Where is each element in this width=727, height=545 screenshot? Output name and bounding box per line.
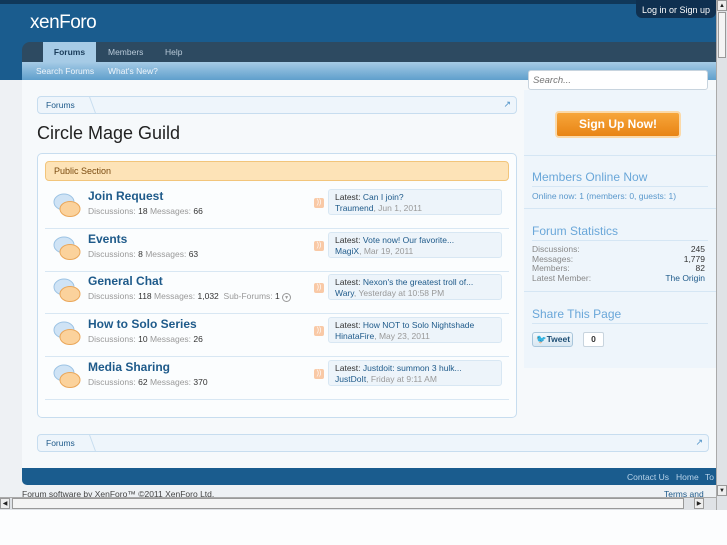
terms-link[interactable]: Terms and Ru: [664, 489, 716, 497]
copyright[interactable]: Forum software by XenForo™ ©2011 XenForo…: [22, 489, 214, 497]
forum-bubble-icon: [53, 321, 81, 346]
stat-row: Latest Member: The Origin: [532, 273, 705, 284]
latest-post: Latest: How NOT to Solo Nightshade Hinata…: [328, 317, 502, 344]
node-stats: Discussions: 118 Messages: 1,032 Sub-For…: [88, 291, 292, 303]
tab-help[interactable]: Help: [165, 42, 182, 62]
forum-bubble-icon: [53, 364, 81, 388]
stat-row: Members: 82: [532, 263, 705, 274]
tweet-button[interactable]: 🐦Tweet: [532, 332, 573, 347]
tweet-count: 0: [583, 332, 604, 347]
forum-statistics-heading: Forum Statistics: [532, 224, 619, 238]
category-header[interactable]: Public Section: [45, 161, 509, 181]
latest-user-link[interactable]: MagiX: [335, 246, 359, 256]
scroll-down-icon[interactable]: ▼: [717, 485, 727, 496]
latest-thread-link[interactable]: Nexon's the greatest troll of...: [363, 277, 473, 287]
hscroll-thumb[interactable]: [12, 498, 684, 509]
node-row: Join Request Discussions: 18 Messages: 6…: [45, 186, 509, 229]
rss-icon[interactable]: )): [314, 283, 324, 294]
latest-post: Latest: Nexon's the greatest troll of...…: [328, 274, 502, 301]
node-title[interactable]: Events: [88, 232, 127, 246]
horizontal-scrollbar[interactable]: ◀ ▶: [0, 497, 716, 510]
latest-user-link[interactable]: JustDoIt: [335, 374, 366, 384]
node-stats: Discussions: 62 Messages: 370: [88, 376, 208, 387]
breadcrumb-forums[interactable]: Forums: [46, 100, 75, 110]
forum-bubble-icon: [53, 236, 81, 260]
twitter-bird-icon: 🐦: [536, 334, 547, 344]
latest-thread-link[interactable]: How NOT to Solo Nightshade: [363, 320, 474, 330]
latest-thread-link[interactable]: Can I join?: [363, 192, 404, 202]
node-title[interactable]: How to Solo Series: [88, 317, 197, 331]
tab-forums[interactable]: Forums: [43, 42, 96, 62]
sign-up-button[interactable]: Sign Up Now!: [555, 111, 681, 138]
search-input[interactable]: [528, 70, 708, 90]
latest-post: Latest: Vote now! Our favorite... MagiX, …: [328, 231, 502, 258]
scroll-right-icon[interactable]: ▶: [694, 498, 704, 509]
page-title: Circle Mage Guild: [37, 123, 181, 143]
top-link[interactable]: To: [705, 472, 714, 482]
logo[interactable]: xenForo: [30, 12, 97, 34]
rss-icon[interactable]: )): [314, 198, 324, 208]
node-title[interactable]: Join Request: [88, 189, 163, 203]
members-online-heading: Members Online Now: [532, 170, 648, 184]
latest-post: Latest: Can I join? Traumend, Jun 1, 2011: [328, 189, 502, 215]
rss-icon[interactable]: )): [314, 326, 324, 337]
scroll-left-icon[interactable]: ◀: [0, 498, 10, 509]
online-now-text[interactable]: Online now: 1 (members: 0, guests: 1): [532, 191, 705, 201]
scroll-thumb[interactable]: [718, 12, 726, 58]
rss-icon[interactable]: )): [314, 368, 324, 379]
node-row: How to Solo Series Discussions: 10 Messa…: [45, 314, 509, 358]
contact-us-link[interactable]: Contact Us: [627, 472, 669, 482]
node-row: General Chat Discussions: 118 Messages: …: [45, 271, 509, 315]
node-stats: Discussions: 18 Messages: 66: [88, 206, 203, 216]
node-row: Events Discussions: 8 Messages: 63 )) La…: [45, 229, 509, 272]
home-link[interactable]: Home: [676, 472, 699, 482]
latest-thread-link[interactable]: Vote now! Our favorite...: [363, 235, 454, 245]
node-stats: Discussions: 10 Messages: 26: [88, 334, 203, 345]
stat-row: Messages: 1,779: [532, 253, 705, 264]
search-forums-link[interactable]: Search Forums: [36, 66, 94, 76]
forum-bubble-icon: [53, 278, 81, 303]
breadcrumb-bottom: Forums ↗: [37, 434, 709, 452]
latest-thread-link[interactable]: Justdoit: summon 3 hulk...: [363, 363, 462, 373]
browser-viewport: xenForo Log in or Sign up Forums Members…: [0, 0, 716, 497]
jump-icon[interactable]: ↗: [503, 99, 511, 110]
login-link[interactable]: Log in or Sign up: [636, 0, 716, 18]
latest-user-link[interactable]: Wary: [335, 288, 354, 298]
chevron-down-icon[interactable]: ▼: [282, 293, 292, 303]
node-row: Media Sharing Discussions: 62 Messages: …: [45, 357, 509, 400]
breadcrumb: Forums ↗: [37, 96, 517, 114]
whats-new-link[interactable]: What's New?: [108, 66, 158, 76]
scroll-up-icon[interactable]: ▲: [717, 0, 727, 11]
node-title[interactable]: Media Sharing: [88, 360, 170, 374]
node-title[interactable]: General Chat: [88, 274, 163, 288]
share-heading: Share This Page: [532, 307, 622, 321]
breadcrumb-forums[interactable]: Forums: [46, 438, 75, 448]
latest-post: Latest: Justdoit: summon 3 hulk... JustDo…: [328, 359, 502, 386]
vertical-scrollbar[interactable]: ▲ ▼: [716, 0, 727, 510]
jump-icon[interactable]: ↗: [695, 437, 703, 448]
latest-user-link[interactable]: Traumend: [335, 203, 373, 213]
nav-bar: Forums Members Help: [22, 42, 716, 62]
forum-bubble-icon: [53, 193, 81, 217]
stat-row: Discussions: 245: [532, 244, 705, 254]
latest-user-link[interactable]: HinataFire: [335, 331, 374, 341]
node-stats: Discussions: 8 Messages: 63: [88, 248, 199, 259]
tab-members[interactable]: Members: [108, 42, 143, 62]
footer-bar: Contact Us Home To: [22, 468, 716, 485]
rss-icon[interactable]: )): [314, 240, 324, 251]
